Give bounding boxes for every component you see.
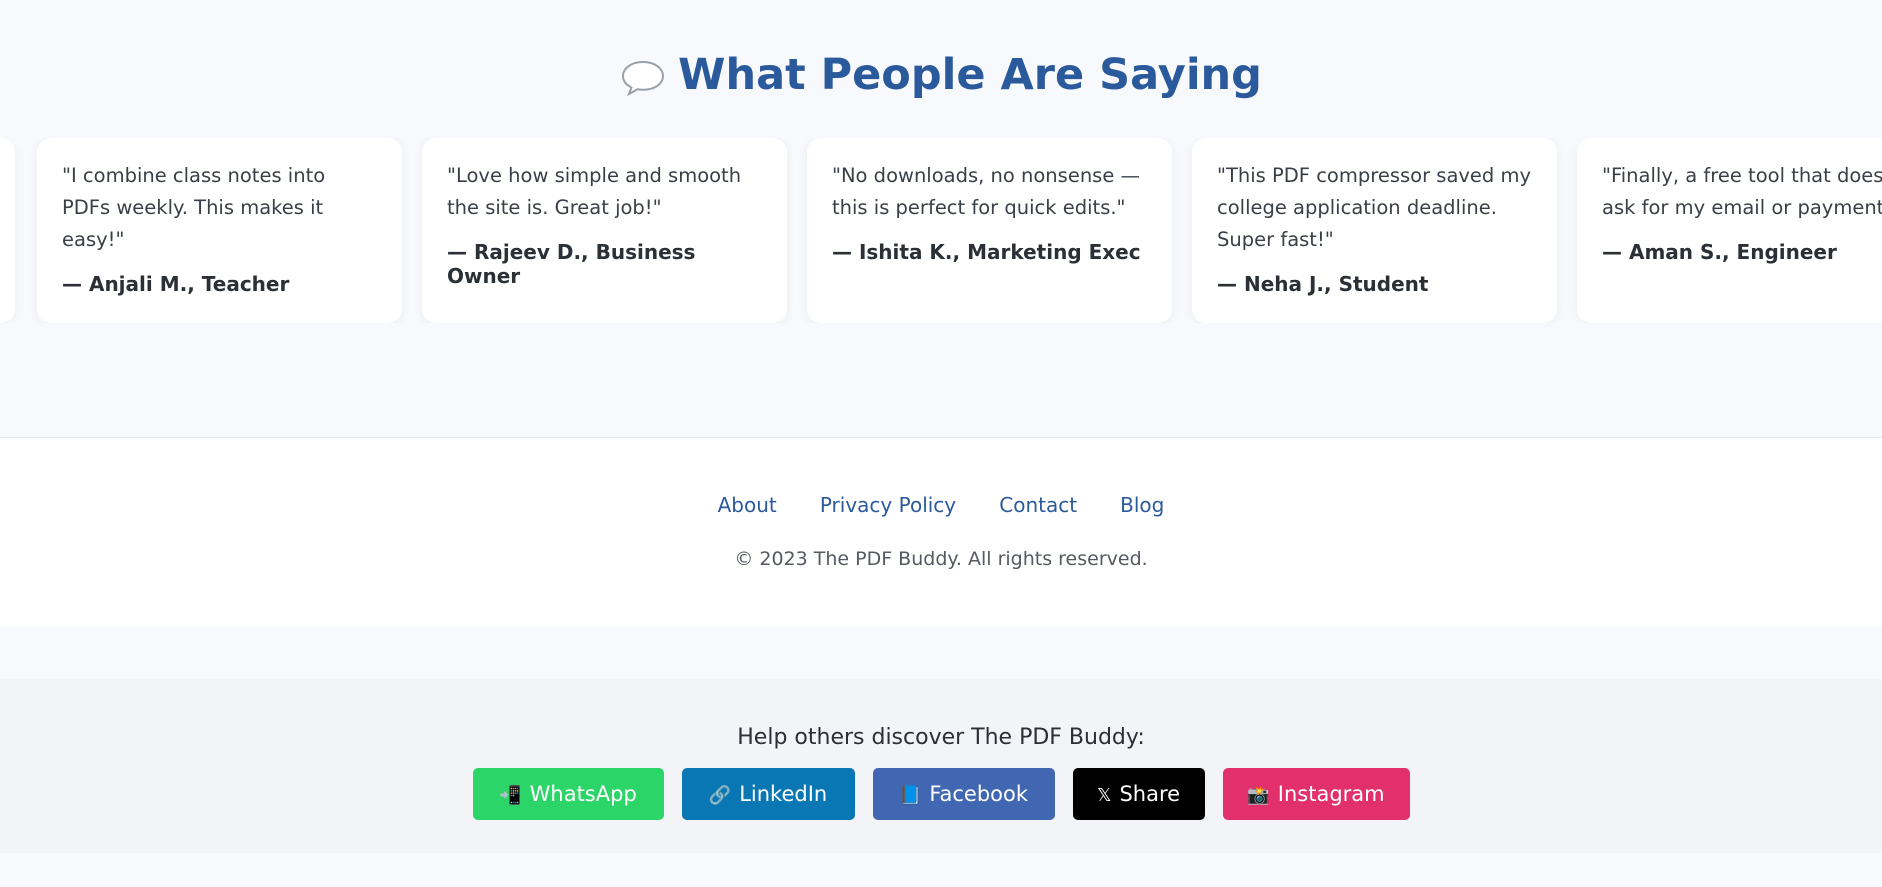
testimonial-quote: "Love how simple and smooth the site is.… [447, 164, 742, 219]
copyright-text: © 2023 The PDF Buddy. All rights reserve… [734, 548, 1148, 570]
share-linkedin-button[interactable]: 🔗 LinkedIn [681, 768, 855, 820]
speech-bubble-icon [620, 58, 666, 98]
share-section: Help others discover The PDF Buddy: 📲 Wha… [0, 679, 1882, 853]
testimonial-card-partial-left [0, 138, 15, 323]
testimonial-card: "Finally, a free tool that doesn't ask f… [1577, 138, 1882, 323]
share-button-label: Share [1119, 782, 1181, 806]
page: What People Are Saying "I combine class … [0, 0, 1882, 887]
testimonial-card: "This PDF compressor saved my college ap… [1192, 138, 1557, 323]
testimonial-quote: "I combine class notes into PDFs weekly.… [62, 164, 326, 251]
share-x-button[interactable]: 𝕏 Share [1072, 768, 1205, 820]
share-buttons: 📲 WhatsApp 🔗 LinkedIn 📘 Facebook 𝕏 Share 📸 In… [0, 768, 1882, 820]
link-icon: 🔗 [708, 785, 732, 806]
testimonial-quote: "Finally, a free tool that doesn't ask f… [1602, 164, 1882, 219]
testimonial-author: — Ishita K., Marketing Exec [832, 240, 1141, 264]
testimonial-author: — Aman S., Engineer [1602, 240, 1837, 264]
testimonials-section: What People Are Saying "I combine class … [0, 0, 1882, 437]
footer-link-blog[interactable]: Blog [1120, 493, 1164, 517]
x-logo-icon: 𝕏 [1096, 785, 1112, 806]
footer-link-about[interactable]: About [718, 493, 777, 517]
camera-icon: 📸 [1247, 785, 1270, 806]
testimonial-carousel[interactable]: "I combine class notes into PDFs weekly.… [0, 138, 1882, 323]
testimonials-title: What People Are Saying [0, 50, 1882, 100]
footer-nav: About Privacy Policy Contact Blog [0, 493, 1882, 517]
testimonial-author: — Rajeev D., Business Owner [447, 240, 696, 288]
share-title: Help others discover The PDF Buddy: [737, 725, 1145, 750]
testimonial-quote: "No downloads, no nonsense — this is per… [832, 164, 1141, 219]
section-spacer [0, 626, 1882, 679]
blue-book-icon: 📘 [898, 785, 922, 806]
share-button-label: Facebook [929, 782, 1029, 806]
footer-link-contact[interactable]: Contact [999, 493, 1077, 517]
site-footer: About Privacy Policy Contact Blog © 2023… [0, 437, 1882, 626]
share-whatsapp-button[interactable]: 📲 WhatsApp [472, 768, 664, 820]
testimonials-title-text: What People Are Saying [678, 50, 1262, 100]
testimonial-card: "I combine class notes into PDFs weekly.… [37, 138, 402, 323]
share-instagram-button[interactable]: 📸 Instagram [1222, 768, 1410, 820]
footer-link-privacy-policy[interactable]: Privacy Policy [820, 493, 956, 517]
share-button-label: WhatsApp [529, 782, 637, 806]
share-button-label: Instagram [1277, 782, 1385, 806]
share-button-label: LinkedIn [739, 782, 828, 806]
testimonial-card: "No downloads, no nonsense — this is per… [807, 138, 1172, 323]
testimonial-quote: "This PDF compressor saved my college ap… [1217, 164, 1532, 251]
share-facebook-button[interactable]: 📘 Facebook [872, 768, 1055, 820]
testimonial-author: — Anjali M., Teacher [62, 272, 290, 296]
testimonial-author: — Neha J., Student [1217, 272, 1429, 296]
mobile-phone-icon: 📲 [499, 785, 522, 806]
testimonial-card: "Love how simple and smooth the site is.… [422, 138, 787, 323]
